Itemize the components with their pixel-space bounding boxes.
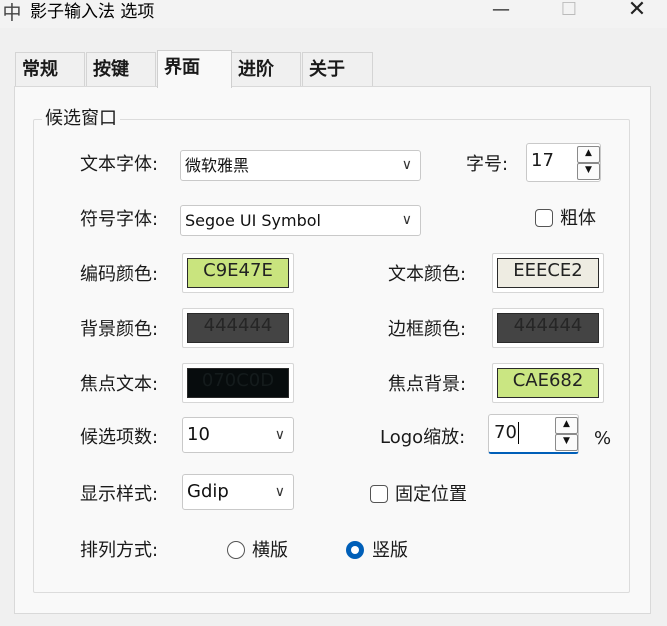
bg-color-value: 444444 [187,313,289,343]
candidate-count-select[interactable]: 10 ∨ [182,417,294,453]
bg-color-swatch[interactable]: 444444 [182,308,294,348]
spin-down-icon[interactable]: ▼ [555,434,578,451]
maximize-button[interactable]: ☐ [546,0,592,22]
symbol-font-select[interactable]: Segoe UI Symbol ∨ [180,205,421,236]
display-style-value: Gdip [187,481,229,502]
layout-vertical-label: 竖版 [372,540,408,561]
layout-horizontal-radio[interactable] [227,541,245,559]
fixed-position-label: 固定位置 [395,484,467,505]
chevron-down-icon: ∨ [274,484,285,500]
border-color-label: 边框颜色: [388,319,467,340]
symbol-font-label: 符号字体: [80,209,159,230]
logo-scale-spin-buttons: ▲ ▼ [555,417,578,451]
font-size-label: 字号: [466,154,509,175]
layout-horizontal-label: 横版 [252,540,288,561]
text-color-label: 文本颜色: [388,264,467,285]
candidate-count-label: 候选项数: [80,427,159,448]
text-color-value: EEECE2 [497,258,599,288]
bold-label: 粗体 [560,208,596,229]
font-size-value: 17 [531,150,554,171]
code-color-swatch[interactable]: C9E47E [182,253,294,293]
percent-unit: % [594,428,612,449]
spin-up-icon[interactable]: ▲ [555,417,578,434]
focus-text-label: 焦点文本: [80,374,159,395]
display-style-select[interactable]: Gdip ∨ [182,474,294,510]
text-font-label: 文本字体: [80,154,159,175]
logo-scale-label: Logo缩放: [380,427,466,448]
border-color-swatch[interactable]: 444444 [492,308,604,348]
window-title: 影子输入法 选项 [30,2,155,22]
font-size-stepper[interactable]: 17 ▲ ▼ [526,143,601,182]
bg-color-label: 背景颜色: [80,319,159,340]
layout-vertical-radio[interactable] [346,541,364,559]
tab-interface[interactable]: 界面 [157,50,232,88]
code-color-label: 编码颜色: [80,264,159,285]
layout-label: 排列方式: [80,540,159,561]
symbol-font-value: Segoe UI Symbol [185,211,321,230]
bold-checkbox[interactable] [535,209,553,227]
logo-scale-stepper[interactable]: 70 ▲ ▼ [488,414,579,454]
focus-text-value: 070C0D [187,368,289,398]
spin-up-icon[interactable]: ▲ [577,146,600,163]
chevron-down-icon: ∨ [401,157,412,173]
focus-text-swatch[interactable]: 070C0D [182,363,294,403]
fixed-position-checkbox[interactable] [370,485,388,503]
app-icon: 中 [2,2,22,24]
text-font-select[interactable]: 微软雅黑 ∨ [180,150,421,181]
tab-advanced[interactable]: 进阶 [231,52,301,86]
logo-scale-value: 70 [494,422,517,443]
focus-bg-value: CAE682 [497,368,599,398]
text-font-value: 微软雅黑 [185,156,250,175]
chevron-down-icon: ∨ [274,427,285,443]
radio-selected-dot [351,546,359,554]
text-cursor [518,422,519,444]
chevron-down-icon: ∨ [401,212,412,228]
close-button[interactable]: ✕ [614,0,660,22]
code-color-value: C9E47E [187,258,289,288]
group-title: 候选窗口 [42,108,120,130]
font-size-spin-buttons: ▲ ▼ [577,146,600,180]
candidate-window-group [33,119,630,593]
display-style-label: 显示样式: [80,484,159,505]
tab-general[interactable]: 常规 [15,52,85,86]
candidate-count-value: 10 [187,424,210,445]
focus-bg-swatch[interactable]: CAE682 [492,363,604,403]
text-color-swatch[interactable]: EEECE2 [492,253,604,293]
tab-keys[interactable]: 按键 [86,52,156,86]
minimize-button[interactable]: — [478,0,524,22]
focus-bg-label: 焦点背景: [388,374,467,395]
spin-down-icon[interactable]: ▼ [577,163,600,180]
border-color-value: 444444 [497,313,599,343]
tab-about[interactable]: 关于 [302,52,373,86]
